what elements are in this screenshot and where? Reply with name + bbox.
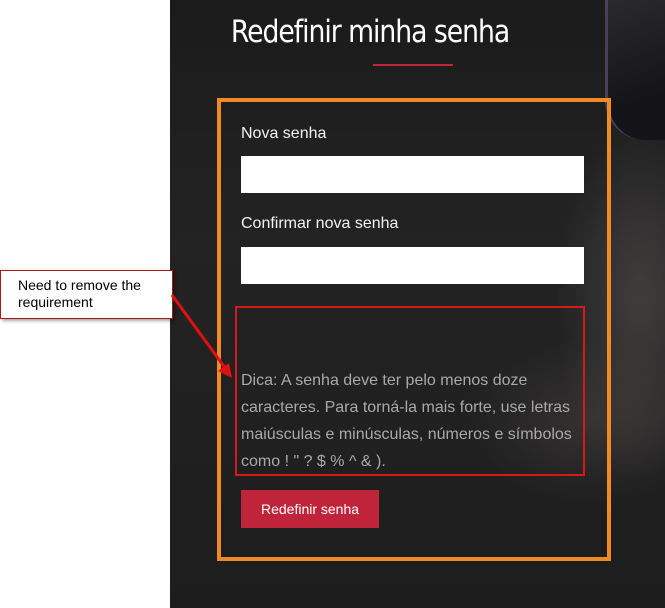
reset-password-button[interactable]: Redefinir senha: [241, 490, 379, 528]
new-password-label: Nova senha: [241, 125, 327, 142]
confirm-password-label: Confirmar nova senha: [241, 215, 399, 232]
page-title: Redefinir minha senha: [230, 14, 510, 50]
background-photo-detail: [605, 0, 665, 140]
title-underline: [373, 64, 453, 66]
annotation-callout: Need to remove the requirement: [0, 270, 173, 319]
password-hint: Dica: A senha deve ter pelo menos doze c…: [241, 372, 572, 470]
new-password-input[interactable]: [241, 156, 584, 193]
confirm-password-input[interactable]: [241, 247, 584, 284]
